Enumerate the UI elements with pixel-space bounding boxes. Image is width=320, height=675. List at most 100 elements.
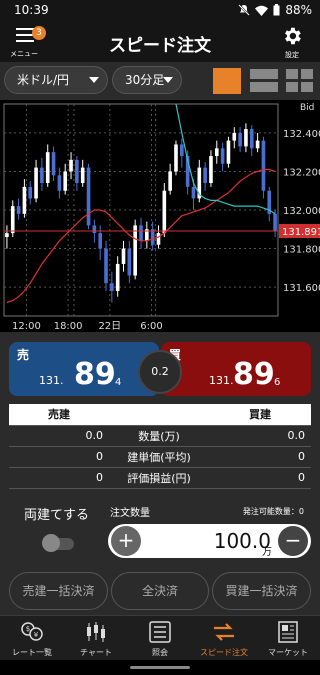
sell-avg-price: 0 <box>9 446 109 468</box>
sell-unrealized-pl: 0 <box>9 467 109 489</box>
currency-pair-select[interactable]: 米ドル/円 <box>4 66 108 94</box>
market-news-icon <box>278 621 298 643</box>
tab-speed-order[interactable]: スピード注文 <box>192 616 256 661</box>
inquiry-icon <box>149 621 171 643</box>
tab-label: レート一覧 <box>12 648 52 657</box>
candle-body <box>40 167 44 184</box>
status-bar: 10:39 88% <box>0 0 320 22</box>
buy-price-prefix: 131. <box>209 374 234 387</box>
candle-body <box>162 190 167 234</box>
tab-label: 照会 <box>152 648 168 657</box>
home-indicator <box>130 666 190 669</box>
app-root: 10:39 88% 3 メニュー スピード注文 設定 米ドル/円 30分足 13… <box>0 0 320 675</box>
settle-buy-button[interactable]: 買建一括決済 <box>212 572 311 610</box>
candle-body <box>28 186 33 199</box>
decrement-button[interactable]: − <box>278 526 308 556</box>
hedge-toggle[interactable] <box>42 534 76 552</box>
timeframe-value: 30分足 <box>125 73 165 87</box>
battery-icon <box>273 4 280 16</box>
layout-single-icon <box>213 68 241 94</box>
candle-body <box>232 132 237 141</box>
candle-body <box>273 213 277 232</box>
y-tick-label: 131.600 <box>283 283 320 294</box>
bottom-tab-bar: ¥ $ レート一覧 チャート 照会 スピード注文 マーケット <box>0 615 320 660</box>
candle-body <box>244 129 248 147</box>
sell-label: 売 <box>17 348 30 362</box>
candle-body <box>80 167 85 184</box>
tab-inquiry[interactable]: 照会 <box>128 616 192 661</box>
candle-body <box>10 206 15 234</box>
candle-body <box>121 248 126 264</box>
mute-icon <box>238 4 251 16</box>
chevron-down-icon <box>163 77 173 83</box>
y-tick-label: 131.800 <box>283 245 320 256</box>
tab-label: スピード注文 <box>200 648 248 657</box>
buy-avg-price: 0 <box>209 446 311 468</box>
candle-body <box>191 186 196 199</box>
candle-body <box>63 171 68 191</box>
layout-rows-icon <box>250 69 278 92</box>
moving-average-cyan <box>175 103 276 215</box>
timeframe-select[interactable]: 30分足 <box>112 66 182 94</box>
layout-single-button[interactable] <box>213 68 241 94</box>
position-table-header: 売建 買建 <box>9 404 311 426</box>
table-row: 0 建単価(平均) 0 <box>9 446 311 468</box>
candle-body <box>69 159 73 172</box>
candle-body <box>34 167 38 199</box>
toggle-knob <box>42 534 60 552</box>
tab-market[interactable]: マーケット <box>256 616 320 661</box>
candle-body <box>180 144 184 157</box>
table-row: 0.0 数量(万) 0.0 <box>9 425 311 447</box>
buy-price-button[interactable]: 買 131. 89 6 <box>161 342 311 396</box>
position-table: 売建 買建 0.0 数量(万) 0.0 0 建単価(平均) 0 0 評価損益(円… <box>9 404 311 489</box>
quantity-unit: 万 <box>262 547 272 558</box>
candle-body <box>156 233 161 245</box>
tab-rate-list[interactable]: ¥ $ レート一覧 <box>0 616 64 661</box>
page-title: スピード注文 <box>109 36 211 56</box>
hedge-label: 両建てする <box>24 508 90 523</box>
layout-grid-button[interactable] <box>286 68 314 94</box>
rate-list-icon: ¥$ <box>21 622 43 641</box>
buy-price-main: 89 <box>233 357 275 392</box>
svg-text:¥: ¥ <box>34 631 39 639</box>
sell-price-button[interactable]: 売 131. 89 4 <box>9 342 159 396</box>
row-label: 数量(万) <box>109 425 209 447</box>
increment-button[interactable]: + <box>111 526 141 556</box>
chart-toolbar: 米ドル/円 30分足 <box>0 62 320 100</box>
settings-label: 設定 <box>285 51 299 59</box>
spread-badge: 0.2 <box>138 350 182 394</box>
battery-percent: 88% <box>285 3 312 17</box>
candle-body <box>51 152 56 176</box>
candle-body <box>57 175 62 191</box>
svg-text:$: $ <box>26 625 30 633</box>
candle-body <box>226 140 231 164</box>
candle-chart-icon <box>87 622 105 642</box>
status-icons: 88% <box>238 3 312 17</box>
layout-grid-icon <box>286 69 313 92</box>
tab-chart[interactable]: チャート <box>64 616 128 661</box>
sell-quantity: 0.0 <box>9 425 109 447</box>
row-label: 建単価(平均) <box>109 446 209 468</box>
settings-button[interactable]: 設定 <box>276 24 308 60</box>
settle-all-button[interactable]: 全決済 <box>111 572 209 610</box>
layout-rows-button[interactable] <box>250 68 278 94</box>
candle-body <box>110 283 114 291</box>
candle-body <box>127 248 132 276</box>
candle-body <box>5 233 9 237</box>
buy-price-pip: 6 <box>274 377 281 388</box>
candle-body <box>238 132 242 147</box>
candle-body <box>86 167 91 226</box>
y-tick-label: 132.000 <box>283 206 320 217</box>
candle-body <box>209 156 213 184</box>
quantity-stepper: + 100.0 − <box>108 524 311 558</box>
candle-body <box>214 148 219 157</box>
order-quantity-label: 注文数量 <box>110 508 150 519</box>
position-label-header <box>109 404 209 426</box>
sell-position-header: 売建 <box>9 404 109 426</box>
candlestick-chart[interactable]: 132.400 132.200 132.000 131.800 131.600 12:00… <box>0 100 320 332</box>
candle-body <box>203 167 207 184</box>
gear-icon <box>285 27 301 45</box>
settle-sell-button[interactable]: 売建一括決済 <box>9 572 108 610</box>
table-row: 0 評価損益(円) 0 <box>9 467 311 489</box>
x-tick-label: 18:00 <box>54 321 83 332</box>
